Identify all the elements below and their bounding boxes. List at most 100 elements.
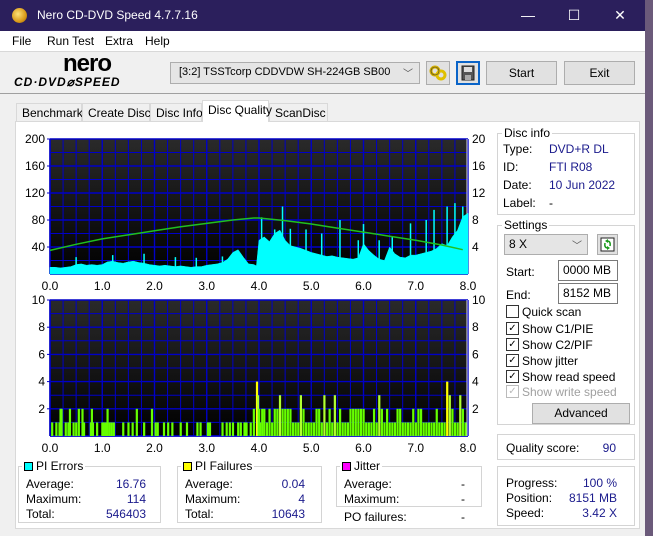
y-axis-left-tick-label: 200 <box>25 132 45 146</box>
speed-select-value: 8 X <box>509 237 528 251</box>
pi-failures-bar <box>453 422 457 436</box>
quality-score-value: 90 <box>602 441 616 455</box>
drive-select[interactable]: [3:2] TSSTcorp CDDVDW SH-224GB SB00 ﹀ <box>170 62 420 84</box>
start-button[interactable]: Start <box>486 61 557 85</box>
quality-score-label: Quality score: <box>506 441 580 455</box>
maximize-button[interactable]: ☐ <box>551 0 597 31</box>
speed-label: Speed: <box>506 506 545 520</box>
x-axis-tick-label: 0.0 <box>42 441 59 455</box>
pi-failures-bar <box>448 395 451 436</box>
pi-failures-bar <box>341 422 344 436</box>
pi-failures-bar <box>208 422 212 436</box>
advanced-button[interactable]: Advanced <box>532 403 630 424</box>
show-jitter-checkbox[interactable]: ✓ <box>506 354 519 367</box>
pi-failures-bar <box>401 422 404 436</box>
pi-failures-bar <box>127 422 130 436</box>
pi-failures-bar <box>249 422 252 436</box>
pi-failures-bar <box>307 422 310 436</box>
save-icon <box>461 65 475 81</box>
pi-failures-bar <box>409 422 412 436</box>
pi-failures-bar <box>459 395 462 436</box>
pi-failures-bar <box>96 422 99 436</box>
pi-failures-bar <box>112 422 115 436</box>
pi-failures-bar <box>243 422 246 436</box>
close-button[interactable]: ✕ <box>597 0 643 31</box>
pi-failures-bar <box>464 422 467 436</box>
show-read-speed-label: Show read speed <box>522 370 616 384</box>
x-axis-tick-label: 4.0 <box>251 441 268 455</box>
show-c2-pif-label: Show C2/PIF <box>522 338 593 352</box>
pi-failures-bar <box>383 422 386 436</box>
refresh-speed-button[interactable] <box>597 234 618 255</box>
pi-failures-total-value: 10643 <box>271 507 305 521</box>
exit-button[interactable]: Exit <box>564 61 635 85</box>
pi-failures-bar <box>451 408 454 436</box>
pi-failures-bar <box>344 422 347 436</box>
pi-failures-bar <box>239 422 242 436</box>
end-label: End: <box>506 288 531 302</box>
tab-disc-info[interactable]: Disc Info <box>150 103 203 122</box>
pi-failures-bar <box>425 422 428 436</box>
pi-failures-bar <box>349 408 352 436</box>
speed-select[interactable]: 8 X ﹀ <box>504 234 588 255</box>
quick-scan-checkbox[interactable] <box>506 305 519 318</box>
pi-failures-bar <box>386 408 389 436</box>
pi-failures-bar <box>55 422 58 436</box>
x-axis-tick-label: 5.0 <box>303 441 320 455</box>
menu-extra[interactable]: Extra <box>105 34 133 48</box>
save-button[interactable] <box>456 61 480 85</box>
speed-value: 3.42 X <box>582 506 617 520</box>
pi-errors-total-label: Total: <box>26 507 55 521</box>
menu-run-test[interactable]: Run Test <box>47 34 94 48</box>
pi-failures-bar <box>75 422 78 436</box>
y-axis-left-tick-label: 4 <box>38 375 45 389</box>
pi-failures-bar <box>328 408 331 436</box>
pi-failures-bar <box>135 408 138 436</box>
x-axis-tick-label: 3.0 <box>198 441 215 455</box>
menu-file[interactable]: File <box>12 34 31 48</box>
disc-id-label: ID: <box>503 160 519 174</box>
pi-failures-bar <box>318 408 321 436</box>
end-input[interactable]: 8152 MB <box>558 283 618 304</box>
pi-failures-maximum-value: 4 <box>298 492 305 506</box>
pi-failures-bar <box>60 408 63 436</box>
pi-failures-average-value: 0.04 <box>281 477 305 491</box>
pi-failures-bar <box>68 408 72 436</box>
pi-failures-bar <box>427 422 431 436</box>
pi-failures-bar <box>433 422 436 436</box>
drive-info-button[interactable] <box>426 61 450 85</box>
start-input[interactable]: 0000 MB <box>558 260 618 281</box>
disc-id-value: FTI R08 <box>549 160 593 174</box>
pi-failures-bar <box>110 422 113 436</box>
menu-help[interactable]: Help <box>145 34 170 48</box>
tab-benchmark[interactable]: Benchmark <box>16 103 83 122</box>
pi-failures-bar <box>446 381 449 436</box>
pi-failures-bar <box>289 408 292 436</box>
app-window: Nero CD-DVD Speed 4.7.7.16 — ☐ ✕ File Ru… <box>0 0 645 536</box>
tab-create-disc[interactable]: Create Disc <box>82 103 151 122</box>
quick-scan-label: Quick scan <box>522 305 582 319</box>
pi-failures-bar <box>297 422 300 436</box>
pi-errors-chart: 2001601208040201612840.0 1.0 2.0 3.0 4.0 5.0 6… <box>25 132 486 293</box>
show-c2-pif-checkbox[interactable]: ✓ <box>506 338 519 351</box>
show-c1-pie-checkbox[interactable]: ✓ <box>506 322 519 335</box>
pi-failures-maximum-label: Maximum: <box>185 492 241 506</box>
pi-failures-bar <box>336 422 339 436</box>
pi-failures-bar <box>154 422 157 436</box>
pi-failures-bar <box>237 422 240 436</box>
tab-scandisc[interactable]: ScanDisc <box>269 103 328 122</box>
pi-failures-bar <box>261 408 264 436</box>
pi-failures-bar <box>273 408 276 436</box>
show-read-speed-checkbox[interactable]: ✓ <box>506 370 519 383</box>
pi-failures-bar <box>438 422 441 436</box>
position-value: 8151 MB <box>568 491 617 505</box>
tab-disc-quality[interactable]: Disc Quality <box>202 100 272 122</box>
pi-failures-bar <box>302 408 305 436</box>
pi-failures-bar <box>102 422 105 436</box>
pi-failures-bar <box>171 422 174 436</box>
pi-errors-average-label: Average: <box>26 477 74 491</box>
pi-failures-bar <box>333 395 336 436</box>
pi-failures-bar <box>143 422 146 436</box>
pi-failures-bar <box>259 422 262 436</box>
minimize-button[interactable]: — <box>505 0 551 31</box>
